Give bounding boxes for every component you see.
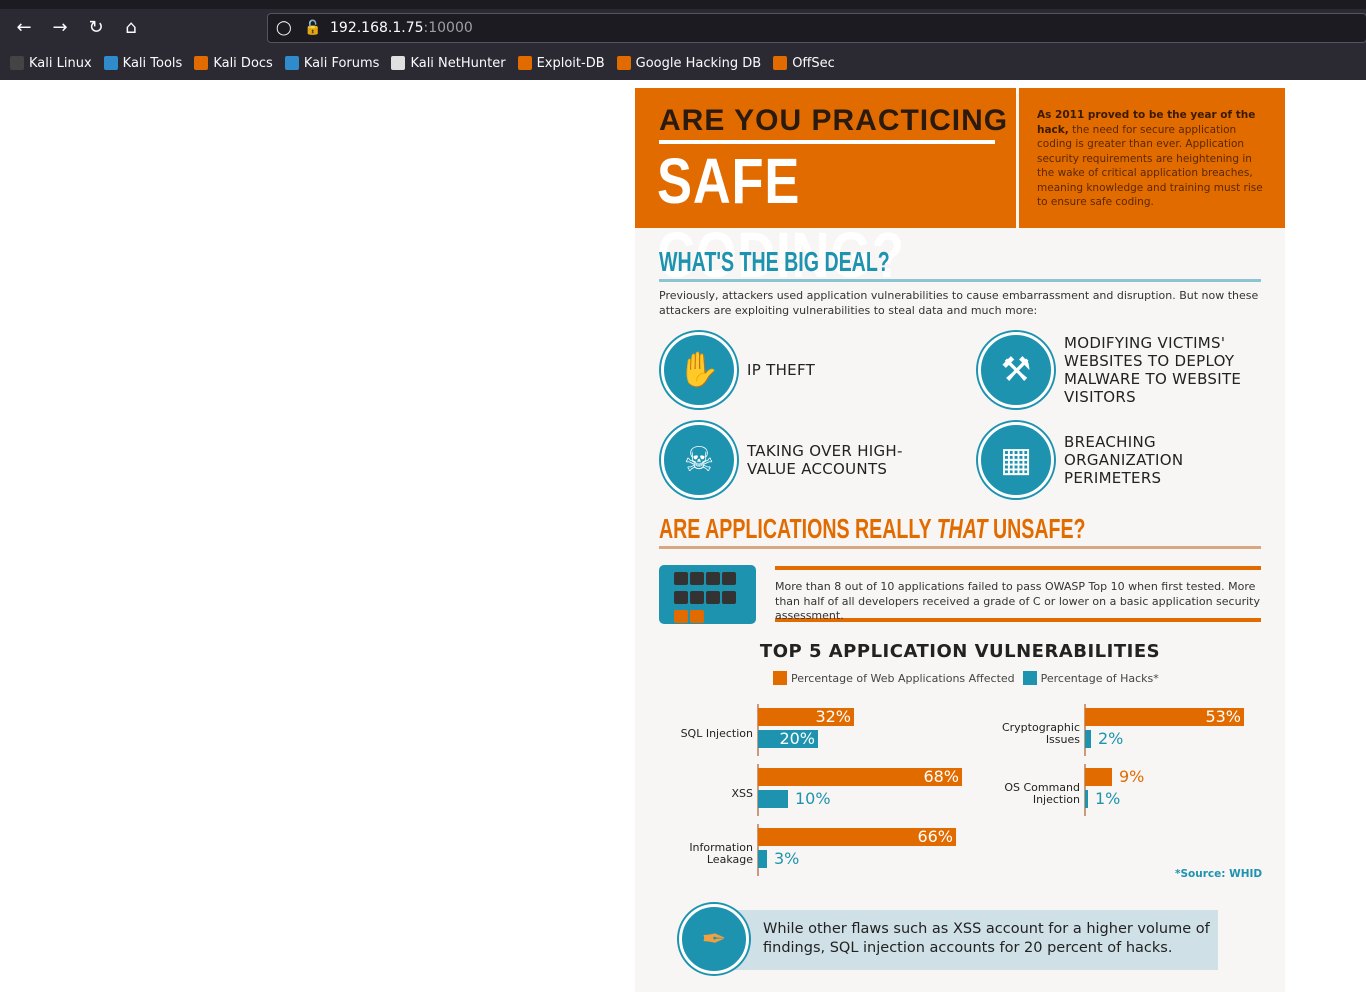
data-label: 2% xyxy=(1098,729,1124,748)
category-label: SQL Injection xyxy=(680,727,753,740)
category-label: Cryptographic Issues xyxy=(1001,721,1080,746)
bookmark-item[interactable]: Exploit-DB xyxy=(517,55,605,71)
bar xyxy=(1085,790,1088,808)
threat-item: ⚒ MODIFYING VICTIMS' WEBSITES TO DEPLOY M… xyxy=(978,332,1278,408)
url-host: 192.168.1.75 xyxy=(330,20,424,36)
head-hand-icon: ✋ xyxy=(661,332,737,408)
tablet-icon xyxy=(659,565,756,624)
category-label: Information Leakage xyxy=(689,841,753,866)
infographic: ARE YOU PRACTICING SAFE CODING? As 2011 … xyxy=(635,88,1285,992)
bar: 68% xyxy=(758,768,962,786)
hammer-icon: ⚒ xyxy=(978,332,1054,408)
syringe-icon: ✒ xyxy=(679,904,749,974)
category-label: XSS xyxy=(731,787,753,800)
callout-note: While other flaws such as XSS account fo… xyxy=(721,910,1218,970)
bookmark-favicon-icon xyxy=(103,56,118,70)
insecure-lock-icon[interactable]: 🔓 xyxy=(304,14,321,42)
data-label: 9% xyxy=(1119,767,1145,786)
intro-block: As 2011 proved to be the year of the hac… xyxy=(1019,88,1285,228)
bar: 20% xyxy=(758,730,818,748)
header-title-block: ARE YOU PRACTICING SAFE CODING? xyxy=(635,88,1016,291)
chart-title: TOP 5 APPLICATION VULNERABILITIES xyxy=(759,641,1161,662)
threat-label: BREACHING ORGANIZATION PERIMETERS xyxy=(1064,433,1184,487)
title-part: ARE APPLICATIONS REALLY xyxy=(659,513,937,544)
section1-title: WHAT'S THE BIG DEAL? xyxy=(659,246,890,277)
legend-label: Percentage of Web Applications Affected xyxy=(791,672,1015,685)
bookmark-label: OffSec xyxy=(792,55,835,71)
tab-strip xyxy=(0,0,1366,9)
data-label: 32% xyxy=(815,707,851,726)
browser-toolbar: ← → ↻ ⌂ ◯ 🔓 192.168.1.75:10000 xyxy=(0,9,1366,46)
bookmark-label: Google Hacking DB xyxy=(635,55,762,71)
title-part: THAT xyxy=(936,513,988,544)
reload-icon[interactable]: ↻ xyxy=(84,17,108,38)
threat-item: ✋ IP THEFT xyxy=(661,332,961,408)
chart-legend: Percentage of Web Applications Affected … xyxy=(773,671,1159,685)
data-label: 10% xyxy=(795,789,831,808)
bookmark-item[interactable]: Kali Tools xyxy=(103,55,183,71)
threat-label: MODIFYING VICTIMS' WEBSITES TO DEPLOY MA… xyxy=(1064,334,1242,406)
bookmark-label: Exploit-DB xyxy=(536,55,605,71)
bookmark-favicon-icon xyxy=(284,56,299,70)
skull-crossbones-icon: ☠ xyxy=(661,422,737,498)
bookmark-item[interactable]: Kali Forums xyxy=(284,55,380,71)
data-label: 1% xyxy=(1095,789,1121,808)
bar xyxy=(1085,730,1091,748)
bookmark-label: Kali Forums xyxy=(303,55,380,71)
bookmark-item[interactable]: OffSec xyxy=(773,56,835,71)
bookmark-item[interactable]: Kali Docs xyxy=(194,56,273,71)
bookmark-label: Kali Linux xyxy=(29,55,92,71)
intro-text: the need for secure application coding i… xyxy=(1037,123,1263,209)
brick-wall-icon: ▦ xyxy=(978,422,1054,498)
bookmark-favicon-icon xyxy=(10,56,24,70)
bookmark-label: Kali Docs xyxy=(213,55,273,71)
header-line1: ARE YOU PRACTICING xyxy=(659,104,1009,137)
bookmark-item[interactable]: Google Hacking DB xyxy=(616,55,762,71)
threat-item: ▦ BREACHING ORGANIZATION PERIMETERS xyxy=(978,422,1278,498)
home-icon[interactable]: ⌂ xyxy=(119,17,143,38)
section2-text: More than 8 out of 10 applications faile… xyxy=(775,566,1261,622)
bookmark-favicon-icon xyxy=(391,56,406,70)
bar xyxy=(1085,768,1112,786)
bar xyxy=(758,850,767,868)
legend-label: Percentage of Hacks* xyxy=(1040,672,1159,685)
data-label: 66% xyxy=(917,827,953,846)
section1-text: Previously, attackers used application v… xyxy=(659,289,1259,317)
legend-item: Percentage of Web Applications Affected xyxy=(773,671,1015,685)
bookmark-item[interactable]: Kali Linux xyxy=(10,56,92,71)
bookmark-label: Kali Tools xyxy=(122,55,183,71)
threat-item: ☠ TAKING OVER HIGH-VALUE ACCOUNTS xyxy=(661,422,961,498)
divider xyxy=(659,546,1261,549)
section2-title: ARE APPLICATIONS REALLY THAT UNSAFE? xyxy=(659,513,1086,545)
divider xyxy=(659,279,1261,282)
title-part: UNSAFE? xyxy=(987,513,1086,544)
bookmark-item[interactable]: Kali NetHunter xyxy=(391,55,506,71)
url-bar[interactable]: ◯ 🔓 192.168.1.75:10000 xyxy=(267,13,1366,43)
data-label: 20% xyxy=(779,729,815,748)
bar: 66% xyxy=(758,828,956,846)
bookmark-favicon-icon xyxy=(517,56,532,70)
back-icon[interactable]: ← xyxy=(12,17,36,38)
bookmark-favicon-icon xyxy=(773,56,788,70)
legend-item: Percentage of Hacks* xyxy=(1022,671,1159,685)
bookmarks-bar: Kali Linux Kali Tools Kali Docs Kali Forums… xyxy=(0,46,1366,80)
threat-label: IP THEFT xyxy=(747,361,816,379)
bookmark-favicon-icon xyxy=(194,56,209,70)
data-label: 68% xyxy=(923,767,959,786)
source-note: *Source: WHID xyxy=(1175,868,1263,880)
data-label: 53% xyxy=(1205,707,1241,726)
category-label: OS Command Injection xyxy=(1004,781,1080,806)
bar: 32% xyxy=(758,708,854,726)
data-label: 3% xyxy=(774,849,800,868)
threat-label: TAKING OVER HIGH-VALUE ACCOUNTS xyxy=(747,442,903,478)
bookmark-favicon-icon xyxy=(616,56,631,70)
url-port: :10000 xyxy=(423,20,473,36)
bookmark-label: Kali NetHunter xyxy=(410,55,506,71)
shield-icon[interactable]: ◯ xyxy=(276,14,292,42)
forward-icon[interactable]: → xyxy=(48,17,72,38)
bar: 53% xyxy=(1085,708,1244,726)
bar xyxy=(758,790,788,808)
